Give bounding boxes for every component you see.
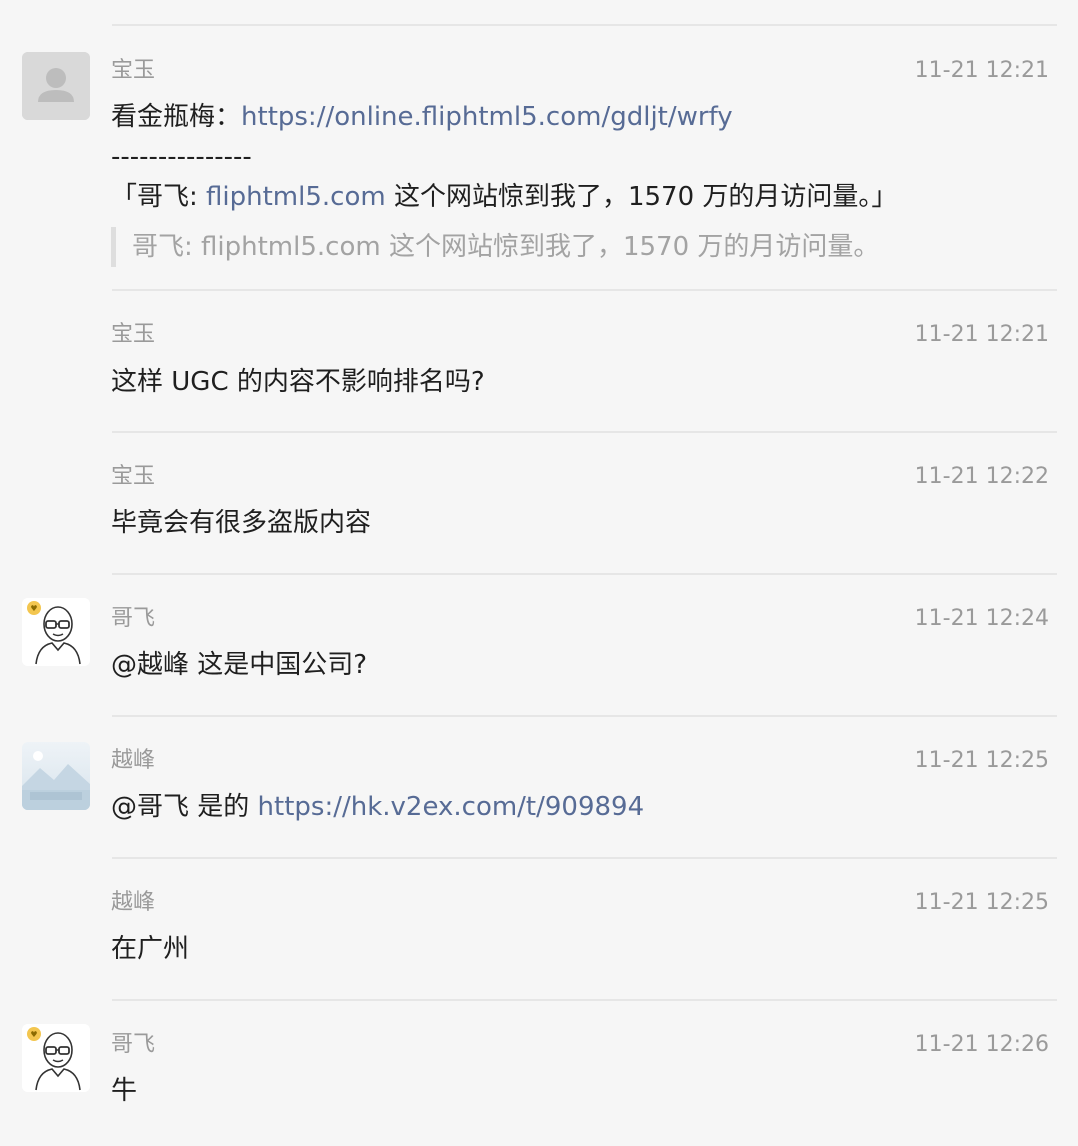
message-text: @越峰 这是中国公司? xyxy=(111,650,368,680)
message-text: 看金瓶梅：https://online.fliphtml5.com/gdljt/… xyxy=(111,97,1058,137)
sender-name: 宝玉 xyxy=(111,322,156,347)
quote-rest: 这个网站惊到我了，1570 万的月访问量。」 xyxy=(385,182,898,212)
message-text: 牛 xyxy=(111,1076,138,1106)
message-link[interactable]: https://hk.v2ex.com/t/909894 xyxy=(258,792,645,822)
quoted-message[interactable]: 哥飞: fliphtml5.com 这个网站惊到我了，1570 万的月访问量。 xyxy=(111,227,1032,267)
timestamp: 11-21 12:21 xyxy=(914,58,1049,83)
svg-text:♥: ♥ xyxy=(30,1030,37,1039)
sender-name: 哥飞 xyxy=(111,606,156,631)
sender-name: 哥飞 xyxy=(111,1032,156,1057)
bald-glasses-man-icon: ♥ xyxy=(22,598,90,666)
message-prefix: 看金瓶梅： xyxy=(111,102,242,132)
message-link[interactable]: https://online.fliphtml5.com/gdljt/wrfy xyxy=(241,102,733,132)
quote-open: 「哥飞: xyxy=(111,182,207,212)
divider xyxy=(112,715,1057,717)
message-separator: --------------- xyxy=(111,142,252,172)
avatar[interactable]: ♥ xyxy=(22,1024,90,1092)
sender-name: 越峰 xyxy=(111,748,156,773)
timestamp: 11-21 12:24 xyxy=(914,606,1049,631)
divider xyxy=(112,857,1057,859)
landscape-image-icon xyxy=(22,742,90,810)
sender-name: 越峰 xyxy=(111,890,156,915)
avatar[interactable]: ♥ xyxy=(22,598,90,666)
default-user-icon xyxy=(22,52,90,120)
message-text: 在广州 xyxy=(111,934,190,964)
timestamp: 11-21 12:26 xyxy=(914,1032,1049,1057)
divider xyxy=(112,573,1057,575)
message-text: 毕竟会有很多盗版内容 xyxy=(111,508,372,538)
message-link[interactable]: fliphtml5.com xyxy=(206,182,386,212)
timestamp: 11-21 12:25 xyxy=(914,748,1049,773)
sender-name: 宝玉 xyxy=(111,58,156,83)
divider xyxy=(112,999,1057,1001)
divider xyxy=(112,289,1057,291)
message-text: 这样 UGC 的内容不影响排名吗? xyxy=(111,367,485,397)
avatar[interactable] xyxy=(22,52,90,120)
timestamp: 11-21 12:22 xyxy=(914,464,1049,489)
timestamp: 11-21 12:25 xyxy=(914,890,1049,915)
bald-glasses-man-icon: ♥ xyxy=(22,1024,90,1092)
message-text: @哥飞 是的 https://hk.v2ex.com/t/909894 xyxy=(111,787,1058,827)
message-quote-line: 「哥飞: fliphtml5.com 这个网站惊到我了，1570 万的月访问量。… xyxy=(111,177,1058,217)
sender-name: 宝玉 xyxy=(111,464,156,489)
timestamp: 11-21 12:21 xyxy=(914,322,1049,347)
divider xyxy=(112,24,1057,26)
message-prefix: @哥飞 是的 xyxy=(111,792,258,822)
divider xyxy=(112,431,1057,433)
avatar[interactable] xyxy=(22,742,90,810)
svg-text:♥: ♥ xyxy=(30,604,37,613)
